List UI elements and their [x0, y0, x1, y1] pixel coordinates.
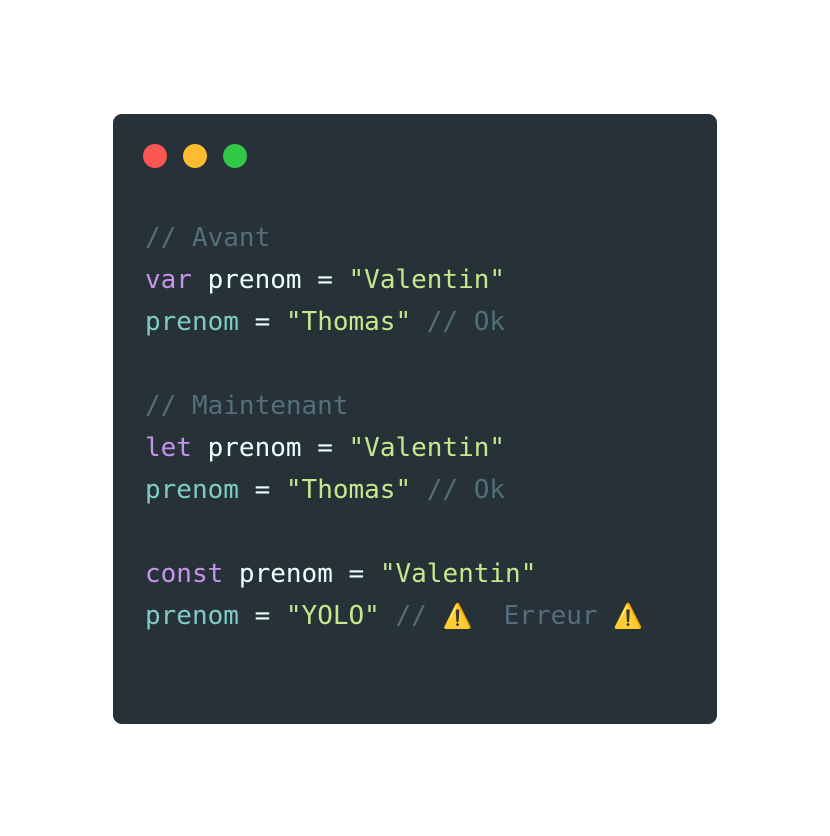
code-token-string: "Thomas"	[285, 475, 412, 505]
code-token-operator: =	[238, 475, 286, 505]
close-button[interactable]	[143, 144, 167, 168]
code-token-comment: // Avant	[145, 223, 271, 253]
code-token-operator: =	[317, 433, 333, 463]
code-token-comment: //	[379, 601, 443, 631]
warning-icon: ⚠️	[613, 602, 644, 630]
code-line: prenom = "Thomas" // Ok	[145, 469, 643, 511]
code-token-assigned-identifier: prenom	[145, 307, 239, 337]
code-line: var prenom = "Valentin"	[145, 259, 643, 301]
warning-icon: ⚠️	[442, 602, 473, 630]
code-token-comment: // Ok	[411, 307, 506, 337]
code-block: // Avant var prenom = "Valentin" prenom = …	[145, 217, 643, 637]
code-token-comment: Erreur	[472, 601, 614, 631]
minimize-button[interactable]	[183, 144, 207, 168]
code-token-identifier: prenom	[223, 559, 349, 589]
code-line: // Maintenant	[145, 385, 643, 427]
zoom-button[interactable]	[223, 144, 247, 168]
code-token-string: "Thomas"	[285, 307, 412, 337]
code-token-identifier	[333, 433, 349, 463]
code-token-operator: =	[317, 265, 333, 295]
code-token-operator: =	[238, 601, 286, 631]
code-token-comment: // Ok	[411, 475, 506, 505]
code-token-string: "Valentin"	[348, 433, 506, 463]
code-token-comment: // Maintenant	[145, 391, 349, 421]
code-token-identifier: prenom	[191, 433, 318, 463]
code-window: // Avant var prenom = "Valentin" prenom = …	[113, 114, 717, 724]
code-token-keyword: let	[145, 433, 192, 463]
code-token-assigned-identifier: prenom	[145, 475, 239, 505]
code-token-identifier: prenom	[191, 265, 318, 295]
code-token-identifier	[333, 265, 349, 295]
code-token-operator: =	[348, 559, 365, 589]
code-token-identifier	[364, 559, 380, 589]
code-line: const prenom = "Valentin"	[145, 553, 643, 595]
code-token-keyword: var	[145, 265, 192, 295]
code-token-string: "YOLO"	[285, 601, 380, 631]
code-token-string: "Valentin"	[379, 559, 537, 589]
code-line: // Avant	[145, 217, 643, 259]
code-line: let prenom = "Valentin"	[145, 427, 643, 469]
code-token-string: "Valentin"	[348, 265, 506, 295]
code-line: prenom = "YOLO" // ⚠️ Erreur ⚠️	[145, 595, 643, 637]
code-token-assigned-identifier: prenom	[145, 601, 239, 631]
code-line: prenom = "Thomas" // Ok	[145, 301, 643, 343]
code-token-operator: =	[238, 307, 286, 337]
code-token-keyword: const	[145, 559, 224, 589]
